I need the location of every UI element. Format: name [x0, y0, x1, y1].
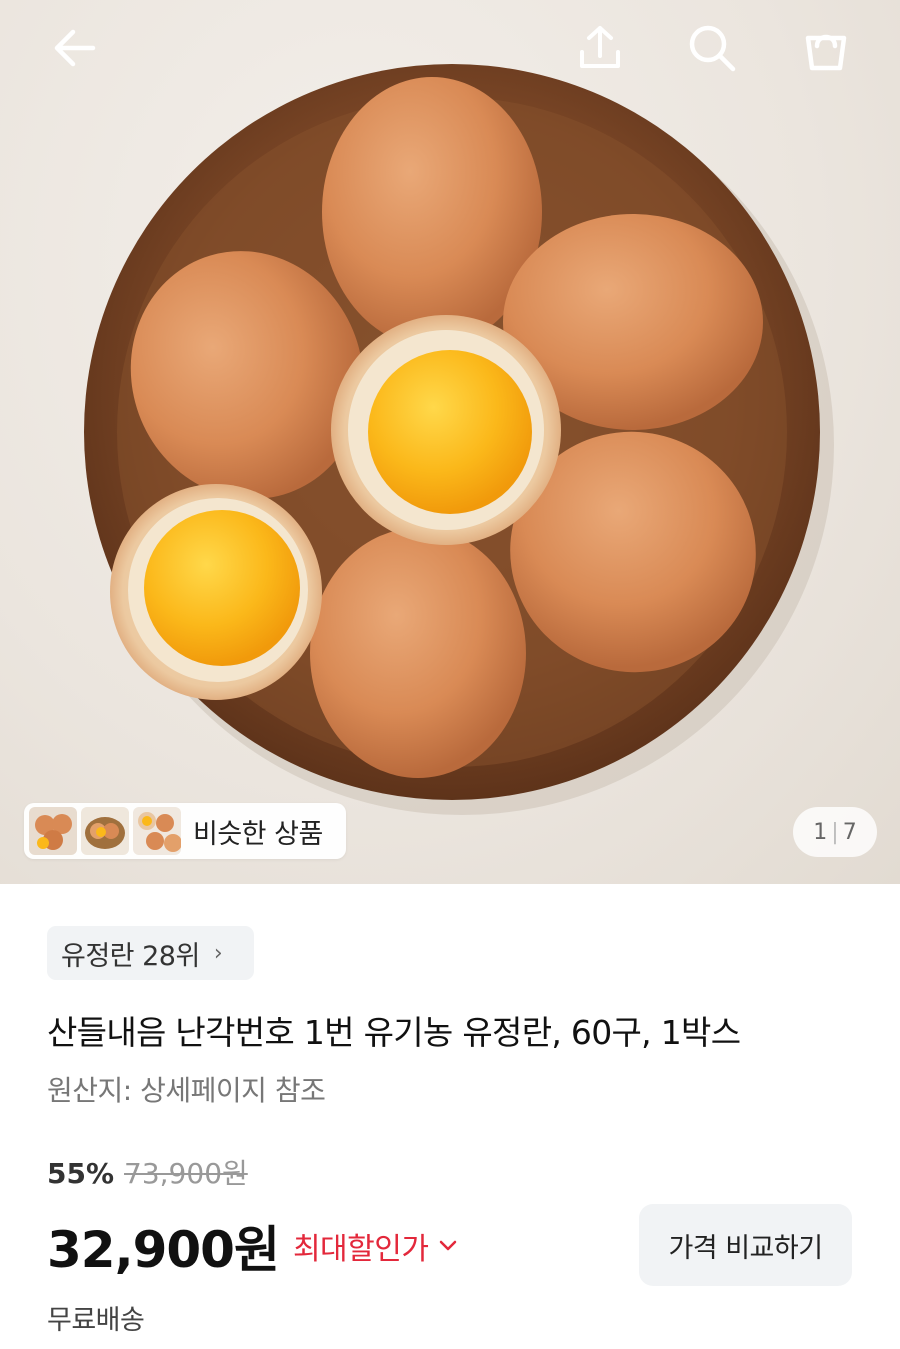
sale-price: 32,900원 — [47, 1221, 280, 1279]
product-image-gallery[interactable]: 비슷한 상품 1 | 7 — [0, 0, 900, 884]
similar-thumb-3 — [133, 807, 181, 855]
image-pager: 1 | 7 — [793, 807, 877, 857]
best-discount-label: 최대할인가 — [292, 1232, 429, 1267]
best-discount-dropdown[interactable]: 최대할인가 — [293, 1224, 459, 1268]
chevron-down-icon — [440, 1240, 457, 1251]
similar-products-label: 비슷한 상품 — [193, 818, 323, 850]
product-origin: 원산지: 상세페이지 참조 — [47, 1074, 326, 1107]
rank-label: 유정란 28위 — [61, 940, 200, 972]
cart-button[interactable] — [796, 18, 856, 78]
original-price: 73,900원 — [124, 1157, 248, 1190]
product-photo — [84, 64, 834, 815]
chevron-right-icon: › — [213, 940, 223, 966]
search-icon — [689, 25, 736, 72]
arrow-left-icon — [54, 29, 96, 67]
shopping-bag-icon — [805, 34, 847, 71]
pager-current: 1 — [813, 819, 828, 845]
top-nav-bar — [0, 0, 900, 100]
back-button[interactable] — [45, 18, 105, 78]
similar-thumb-2 — [81, 807, 129, 855]
similar-products-button[interactable]: 비슷한 상품 — [24, 803, 346, 859]
compare-price-button[interactable]: 가격 비교하기 — [639, 1204, 852, 1286]
share-upload-icon — [580, 26, 620, 68]
pager-separator: | — [831, 819, 839, 845]
discount-percent: 55% — [47, 1157, 115, 1190]
price-row: 32,900원 최대할인가 — [47, 1210, 458, 1282]
product-title: 산들내음 난각번호 1번 유기농 유정란, 60구, 1박스 — [47, 1013, 741, 1052]
category-rank-chip[interactable]: 유정란 28위 › — [47, 926, 254, 980]
search-button[interactable] — [682, 18, 742, 78]
discount-row: 55% 73,900원 — [47, 1152, 248, 1192]
pager-total: 7 — [842, 819, 857, 845]
share-button[interactable] — [570, 18, 630, 78]
shipping-info: 무료배송 — [47, 1305, 145, 1336]
similar-thumb-1 — [29, 807, 77, 855]
